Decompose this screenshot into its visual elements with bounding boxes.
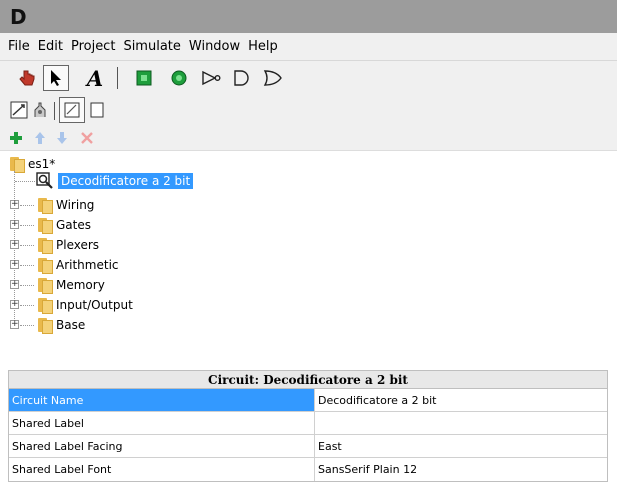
hand-poke-icon[interactable]	[14, 65, 40, 91]
folder-icon	[36, 278, 53, 294]
tree-node-library[interactable]: + Memory	[0, 275, 200, 295]
toolbar-separator	[54, 102, 55, 120]
library-label: Arithmetic	[56, 258, 119, 272]
add-circuit-icon[interactable]	[3, 125, 29, 151]
attribute-name: Circuit Name	[9, 389, 315, 411]
not-gate-icon[interactable]	[198, 65, 224, 91]
menu-file[interactable]: File	[8, 39, 30, 54]
tree-connector	[20, 305, 34, 306]
magnifier-circuit-icon	[36, 172, 54, 190]
attribute-value-field[interactable]: SansSerif Plain 12	[315, 458, 607, 481]
and-gate-icon[interactable]	[228, 65, 254, 91]
menu-simulate[interactable]: Simulate	[123, 39, 180, 54]
tree-connector	[20, 245, 34, 246]
attribute-row[interactable]: Shared Label	[9, 412, 607, 435]
attribute-table-title: Circuit: Decodificatore a 2 bit	[9, 371, 607, 389]
menu-bar: File Edit Project Simulate Window Help	[0, 33, 617, 61]
tree-node-library[interactable]: + Base	[0, 315, 200, 335]
expand-icon[interactable]: +	[10, 300, 19, 309]
attribute-row[interactable]: Shared Label Facing East	[9, 435, 607, 458]
menu-project[interactable]: Project	[71, 39, 115, 54]
tree-connector	[15, 181, 35, 182]
tree-node-library[interactable]: + Wiring	[0, 195, 200, 215]
folder-icon	[36, 258, 53, 274]
expand-icon[interactable]: +	[10, 200, 19, 209]
arrow-select-icon[interactable]	[43, 65, 69, 91]
folder-icon	[36, 198, 53, 214]
blank-view-icon[interactable]	[84, 97, 110, 123]
folder-icon	[36, 318, 53, 334]
tree-node-library[interactable]: + Arithmetic	[0, 255, 200, 275]
library-label: Plexers	[56, 238, 100, 252]
project-label: es1*	[28, 157, 56, 171]
tree-connector	[20, 325, 34, 326]
attribute-name: Shared Label Font	[9, 458, 315, 481]
tree-node-library[interactable]: + Gates	[0, 215, 200, 235]
tree-node-library[interactable]: + Input/Output	[0, 295, 200, 315]
expand-icon[interactable]: +	[10, 320, 19, 329]
expand-icon[interactable]: +	[10, 260, 19, 269]
output-pin-icon[interactable]	[166, 65, 192, 91]
library-label: Input/Output	[56, 298, 133, 312]
or-gate-icon[interactable]	[260, 65, 286, 91]
tree-connector	[20, 285, 34, 286]
library-label: Base	[56, 318, 86, 332]
tree-node-circuit[interactable]: Decodificatore a 2 bit	[36, 171, 194, 191]
attribute-table: Circuit: Decodificatore a 2 bit Circuit …	[8, 370, 608, 482]
library-label: Memory	[56, 278, 105, 292]
attribute-value-field[interactable]: East	[315, 435, 607, 457]
folder-icon	[36, 238, 53, 254]
main-toolbar: A	[0, 61, 617, 95]
attribute-value-field[interactable]: Decodificatore a 2 bit	[315, 389, 607, 411]
tree-connector	[20, 225, 34, 226]
tree-node-library[interactable]: + Plexers	[0, 235, 200, 255]
project-explorer-tree: es1* Decodificatore a 2 bit + Wiring + G…	[0, 151, 617, 342]
app-logo-icon: D	[10, 5, 27, 29]
text-tool-icon[interactable]: A	[82, 65, 108, 91]
menu-window[interactable]: Window	[189, 39, 240, 54]
menu-edit[interactable]: Edit	[38, 39, 63, 54]
menu-help[interactable]: Help	[248, 39, 278, 54]
tree-connector	[20, 205, 34, 206]
folder-icon	[36, 218, 53, 234]
input-pin-icon[interactable]	[131, 65, 157, 91]
title-bar: D	[0, 0, 617, 33]
attribute-row[interactable]: Circuit Name Decodificatore a 2 bit	[9, 389, 607, 412]
toolbar-separator	[117, 67, 118, 89]
circuit-label: Decodificatore a 2 bit	[58, 173, 194, 189]
folder-icon	[36, 298, 53, 314]
attribute-value-field[interactable]	[315, 412, 607, 434]
expand-icon[interactable]: +	[10, 280, 19, 289]
view-toolbar	[0, 95, 617, 125]
library-label: Wiring	[56, 198, 95, 212]
project-toolbar	[0, 125, 617, 151]
delete-icon[interactable]	[74, 125, 100, 151]
attribute-name: Shared Label Facing	[9, 435, 315, 457]
appearance-view-icon[interactable]	[27, 97, 53, 123]
expand-icon[interactable]: +	[10, 220, 19, 229]
attribute-name: Shared Label	[9, 412, 315, 434]
attribute-row[interactable]: Shared Label Font SansSerif Plain 12	[9, 458, 607, 481]
library-label: Gates	[56, 218, 91, 232]
tree-connector	[20, 265, 34, 266]
move-down-icon[interactable]	[49, 125, 75, 151]
table-view-icon[interactable]	[59, 97, 85, 123]
expand-icon[interactable]: +	[10, 240, 19, 249]
folder-icon	[8, 157, 25, 173]
